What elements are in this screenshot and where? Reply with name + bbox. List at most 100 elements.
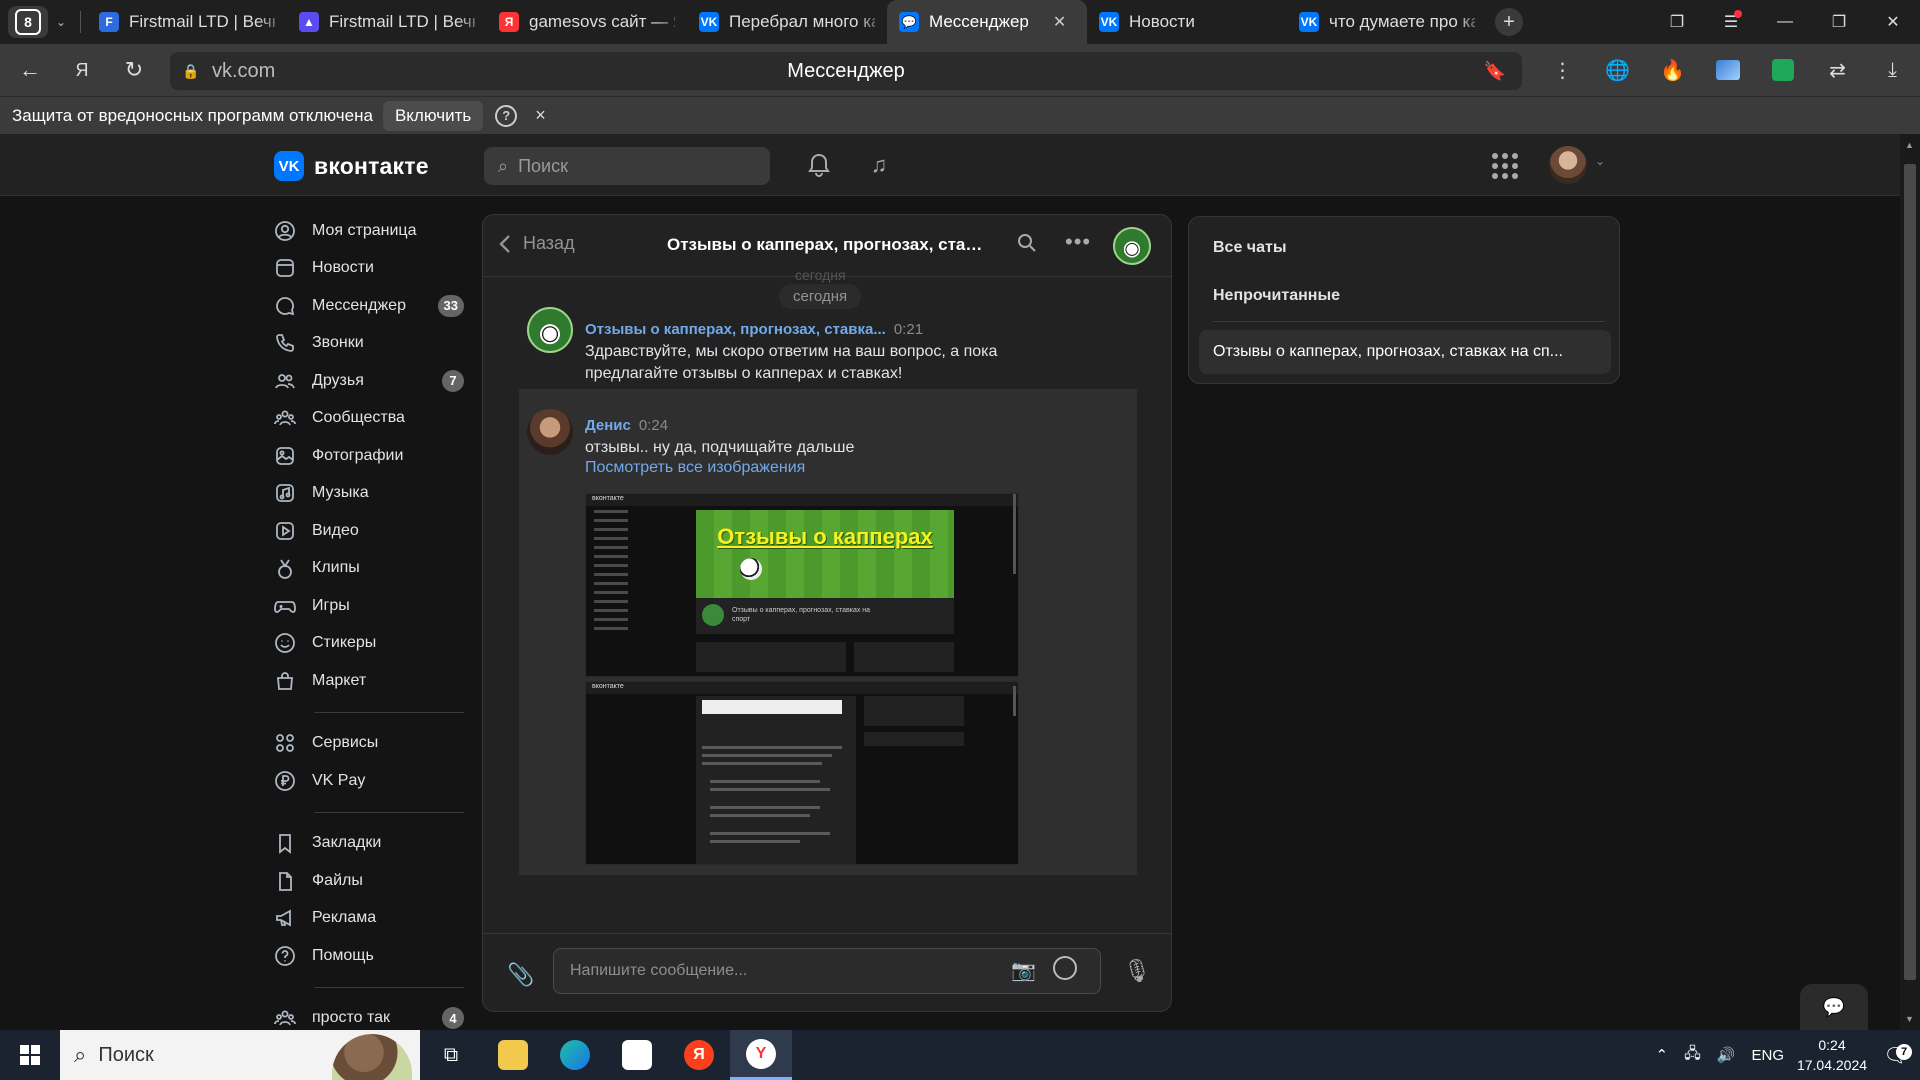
image-attachment[interactable]: вконтакте Отзывы о капперах Отзывы о кап… <box>585 493 1019 677</box>
sidebar-item[interactable]: Стикеры <box>274 625 474 663</box>
store-icon[interactable] <box>606 1030 668 1080</box>
chevron-down-icon[interactable]: ⌄ <box>1595 154 1605 168</box>
minimize-button[interactable]: — <box>1758 0 1812 44</box>
download-icon[interactable]: ⤓ <box>1865 44 1920 96</box>
url-text: vk.com <box>212 59 276 82</box>
scrollbar-thumb[interactable] <box>1904 164 1916 980</box>
yandex-app-icon[interactable]: Я <box>668 1030 730 1080</box>
browser-tab[interactable]: 💬 Мессенджер ✕ <box>887 0 1087 44</box>
yandex-icon[interactable]: Я <box>56 44 108 96</box>
globe-icon[interactable]: 🌐 <box>1590 44 1645 96</box>
clock[interactable]: 0:24 17.04.2024 <box>1792 1035 1872 1075</box>
taskbar-search[interactable]: ⌕ Поиск <box>60 1030 420 1080</box>
start-button[interactable] <box>0 1030 60 1080</box>
close-icon[interactable]: × <box>535 105 546 126</box>
sidebar-item[interactable]: Закладки <box>274 825 474 863</box>
menu-icon[interactable]: ☰ <box>1704 0 1758 44</box>
browser-tab[interactable]: VK Перебрал много ка <box>687 0 887 44</box>
vk-search-input[interactable]: ⌕ Поиск <box>484 147 770 185</box>
browser-tab[interactable]: VK что думаете про ка <box>1287 0 1487 44</box>
message-author[interactable]: Отзывы о капперах, прогнозах, ставка... 0… <box>585 321 923 338</box>
notifications-icon[interactable]: 🗨7 <box>1872 1043 1920 1068</box>
back-link[interactable]: Назад <box>499 233 575 254</box>
attach-icon[interactable]: 📎 <box>507 962 534 988</box>
window-controls: ❐ ☰ — ❐ ✕ <box>1650 0 1920 44</box>
filter-selected-chat-label[interactable]: Отзывы о капперах, прогнозах, ставках на… <box>1213 343 1563 361</box>
vk-logo[interactable]: VK вконтакте <box>274 151 429 181</box>
chat-avatar[interactable] <box>1113 227 1151 265</box>
message-author[interactable]: Денис 0:24 <box>585 417 668 434</box>
edge-icon[interactable] <box>544 1030 606 1080</box>
chart-extension-icon[interactable] <box>1700 44 1755 96</box>
view-all-images-link[interactable]: Посмотреть все изображения <box>585 459 805 477</box>
reload-button[interactable]: ↻ <box>108 44 160 96</box>
sidebar-item[interactable]: Сервисы <box>274 725 474 763</box>
input-language[interactable]: ENG <box>1743 1047 1792 1064</box>
sidebar-item[interactable]: Мессенджер 33 <box>274 287 474 325</box>
chat-panel: Назад Отзывы о капперах, прогнозах, став… <box>482 214 1172 1012</box>
thumbnail-card: Отзывы о капперах, прогнозах, ставках на… <box>696 598 954 634</box>
filter-unread[interactable]: Непрочитанные <box>1213 287 1340 305</box>
bookmark-icon[interactable]: 🔖 <box>1484 61 1506 82</box>
sidebar-item[interactable]: Маркет <box>274 662 474 700</box>
sidebar-item[interactable]: Реклама <box>274 900 474 938</box>
microphone-icon[interactable]: 🎙 <box>1123 958 1151 984</box>
sidebar-item[interactable]: Музыка <box>274 475 474 513</box>
counter-badge: 4 <box>442 1007 464 1030</box>
sidebar-item[interactable]: Помощь <box>274 937 474 975</box>
sidebar-item[interactable]: Сообщества <box>274 400 474 438</box>
browser-tab[interactable]: ▲ Firstmail LTD | Вечн <box>287 0 487 44</box>
screenshot-extension-icon[interactable] <box>1755 44 1810 96</box>
new-tab-button[interactable]: + <box>1495 8 1523 36</box>
image-attachment[interactable]: вконтакте <box>585 681 1019 865</box>
sidebar-item[interactable]: Файлы <box>274 862 474 900</box>
scroll-up-arrow[interactable]: ▲ <box>1905 140 1914 150</box>
volume-icon[interactable]: 🔊 <box>1709 1046 1744 1064</box>
filter-all-chats[interactable]: Все чаты <box>1213 239 1286 257</box>
chevron-down-icon[interactable]: ⌄ <box>48 6 74 38</box>
sidebar-item[interactable]: VK Pay <box>274 762 474 800</box>
page-scrollbar[interactable]: ▲ ▼ <box>1900 134 1920 1030</box>
file-explorer-icon[interactable] <box>482 1030 544 1080</box>
address-bar[interactable]: 🔒 vk.com Мессенджер 🔖 <box>170 52 1522 90</box>
camera-icon[interactable]: 📷 <box>1011 958 1036 983</box>
sidebar-item[interactable]: Новости <box>274 250 474 288</box>
yandex-browser-icon[interactable]: Y <box>730 1030 792 1080</box>
translate-icon[interactable]: ⇄ <box>1810 44 1865 96</box>
help-icon[interactable]: ? <box>495 104 518 127</box>
sidebar-item[interactable]: Игры <box>274 587 474 625</box>
enable-protection-button[interactable]: Включить <box>382 100 484 131</box>
close-window-button[interactable]: ✕ <box>1866 0 1920 44</box>
emoji-icon[interactable] <box>1053 956 1077 980</box>
sidebar-item[interactable]: Видео <box>274 512 474 550</box>
more-vertical-icon[interactable]: ⋮ <box>1535 44 1590 96</box>
chat-title[interactable]: Отзывы о капперах, прогнозах, ставках на… <box>667 235 987 255</box>
fire-extension-icon[interactable]: 🔥 <box>1645 44 1700 96</box>
browser-tab[interactable]: VK Новости <box>1087 0 1287 44</box>
sidebar-item[interactable]: Друзья 7 <box>274 362 474 400</box>
message-avatar[interactable] <box>527 307 573 353</box>
search-icon[interactable] <box>1017 233 1037 259</box>
restore-button[interactable]: ❐ <box>1812 0 1866 44</box>
collections-icon[interactable]: ❐ <box>1650 0 1704 44</box>
sidebar-item[interactable]: Фотографии <box>274 437 474 475</box>
tab-counter-button[interactable]: 8 <box>8 6 48 38</box>
apps-grid-icon[interactable] <box>1490 151 1520 181</box>
profile-avatar[interactable] <box>1549 146 1587 184</box>
sidebar-item[interactable]: Звонки <box>274 325 474 363</box>
message-avatar[interactable] <box>527 409 573 455</box>
more-horizontal-icon[interactable]: ••• <box>1065 229 1091 255</box>
task-view-icon[interactable]: ⧉ <box>420 1030 482 1080</box>
browser-tab[interactable]: Яgamesovs сайт — Я <box>487 0 687 44</box>
sidebar-item[interactable]: Клипы <box>274 550 474 588</box>
close-tab-icon[interactable]: ✕ <box>1053 12 1066 32</box>
chat-bubble-icon[interactable]: 💬 <box>1800 984 1868 1030</box>
network-icon[interactable]: 🖧 <box>1676 1043 1709 1068</box>
bell-icon[interactable] <box>802 148 836 182</box>
browser-tab[interactable]: F Firstmail LTD | Вечн <box>87 0 287 44</box>
back-button[interactable]: ← <box>4 44 56 96</box>
music-note-icon[interactable]: ♫ <box>862 148 896 182</box>
chevron-up-icon[interactable]: ⌃ <box>1647 1046 1676 1064</box>
scroll-down-arrow[interactable]: ▼ <box>1905 1014 1914 1024</box>
sidebar-item[interactable]: Моя страница <box>274 212 474 250</box>
